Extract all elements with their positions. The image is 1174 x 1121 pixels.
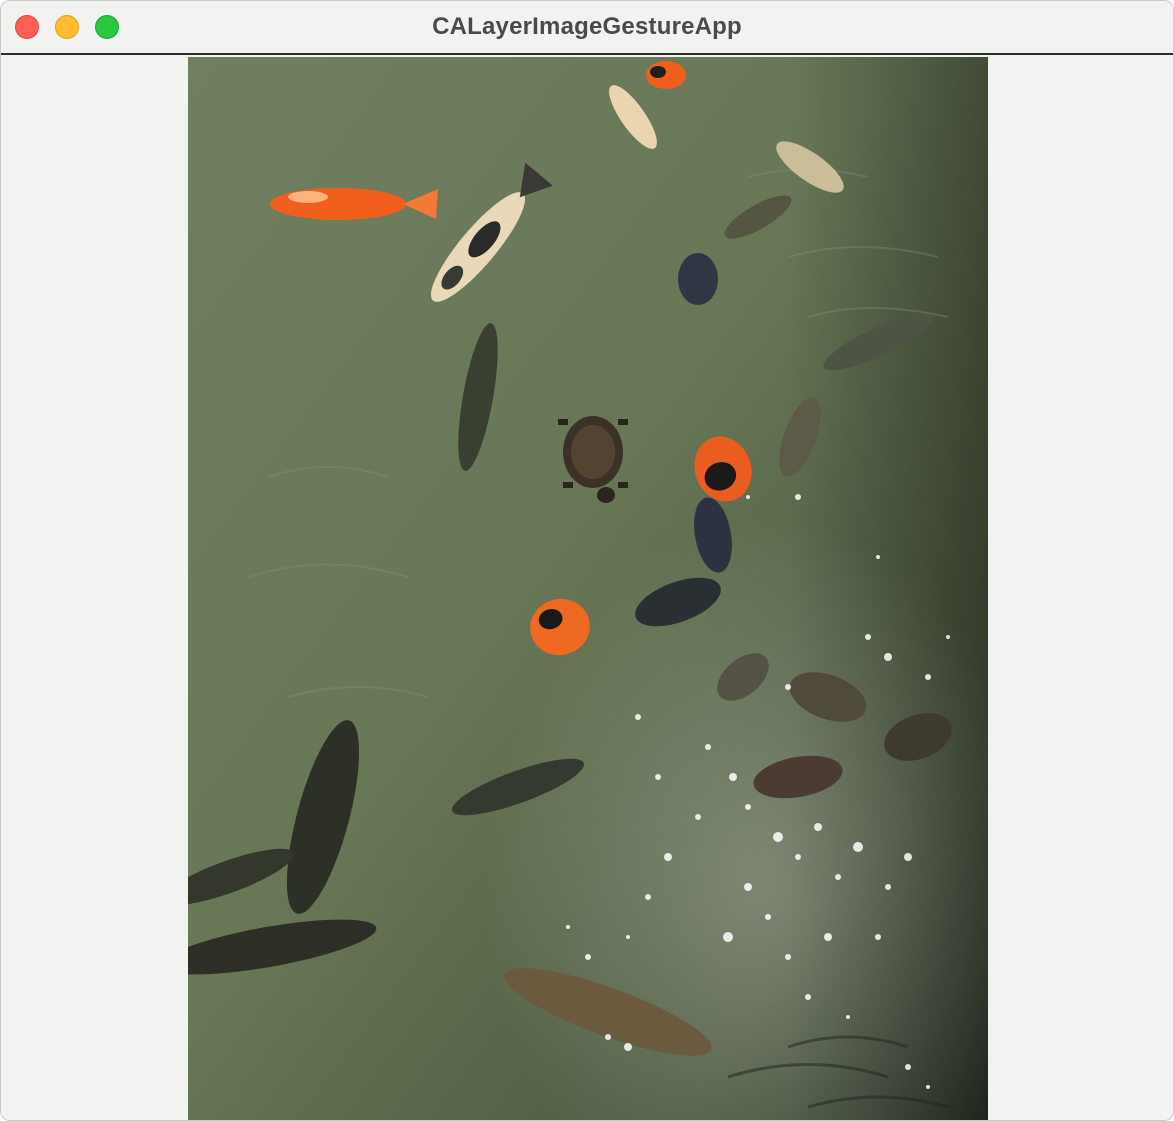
window-title: CALayerImageGestureApp (432, 13, 742, 40)
app-window: CALayerImageGestureApp (0, 0, 1174, 1121)
title-bar: CALayerImageGestureApp (1, 1, 1173, 55)
koi-pond-photo (188, 57, 988, 1120)
window-content (1, 55, 1173, 1120)
koi-pond-image-layer[interactable] (188, 57, 988, 1120)
